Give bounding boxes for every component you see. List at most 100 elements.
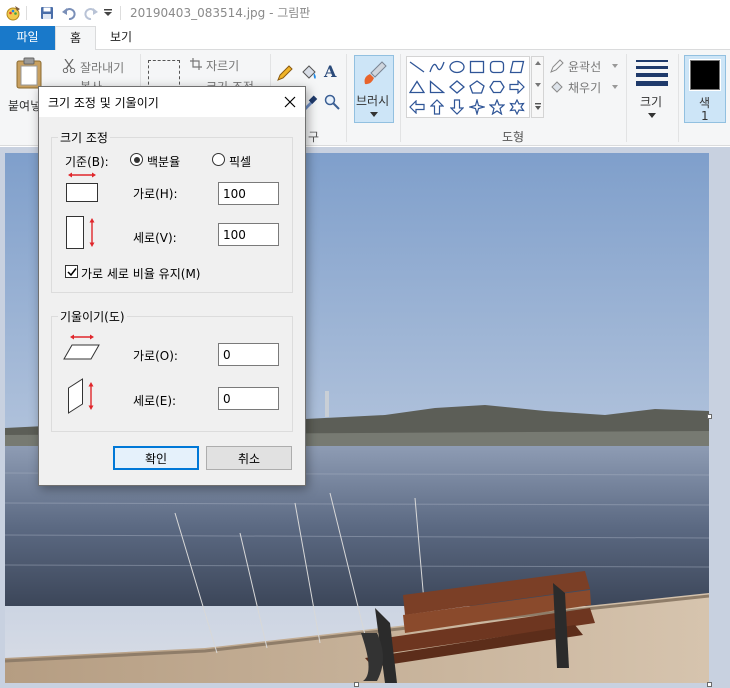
text-tool-icon[interactable]: A bbox=[324, 62, 336, 81]
pixels-label[interactable]: 픽셀 bbox=[229, 153, 251, 170]
crop-button[interactable]: 자르기 bbox=[190, 56, 270, 74]
resize-handle-bottom[interactable] bbox=[354, 682, 359, 687]
shapes-gallery bbox=[406, 56, 530, 118]
redo-icon[interactable] bbox=[82, 4, 100, 22]
rounded-rectangle-shape-icon[interactable] bbox=[487, 57, 507, 77]
tab-file[interactable]: 파일 bbox=[0, 26, 55, 50]
undo-icon[interactable] bbox=[60, 4, 78, 22]
color1-number: 1 bbox=[701, 109, 709, 123]
five-point-star-shape-icon[interactable] bbox=[487, 97, 507, 117]
ribbon-divider bbox=[400, 54, 401, 142]
fill-label: 채우기 bbox=[568, 81, 602, 95]
size-button[interactable]: 크기 bbox=[632, 55, 672, 125]
ribbon-divider bbox=[678, 54, 679, 142]
resize-vertical-label: 세로(V): bbox=[133, 231, 177, 245]
resize-horizontal-input[interactable] bbox=[218, 182, 279, 205]
chevron-down-icon bbox=[612, 85, 618, 89]
expand-gallery-icon bbox=[535, 103, 541, 110]
pentagon-shape-icon[interactable] bbox=[467, 77, 487, 97]
close-button[interactable] bbox=[279, 91, 301, 113]
diamond-shape-icon[interactable] bbox=[447, 77, 467, 97]
skew-vertical-input[interactable] bbox=[218, 387, 279, 410]
triangle-shape-icon[interactable] bbox=[407, 77, 427, 97]
oval-shape-icon[interactable] bbox=[447, 57, 467, 77]
rectangle-shape-icon[interactable] bbox=[467, 57, 487, 77]
chevron-up-icon bbox=[535, 61, 541, 65]
tab-view[interactable]: 보기 bbox=[98, 26, 144, 50]
close-icon bbox=[284, 96, 296, 108]
skew-legend: 기울이기(도) bbox=[58, 308, 127, 325]
outline-label: 윤곽선 bbox=[568, 60, 602, 74]
resize-handle-right[interactable] bbox=[707, 414, 712, 419]
fill-button[interactable]: 채우기 bbox=[550, 79, 622, 95]
skew-vertical-icon bbox=[68, 378, 94, 414]
outline-button[interactable]: 윤곽선 bbox=[550, 58, 622, 74]
size-label: 크기 bbox=[640, 95, 663, 109]
title-bar: 20190403_083514.jpg - 그림판 bbox=[0, 0, 730, 26]
brush-icon bbox=[364, 61, 387, 85]
four-point-star-shape-icon[interactable] bbox=[467, 97, 487, 117]
right-arrow-shape-icon[interactable] bbox=[507, 77, 527, 97]
paint-app-icon[interactable] bbox=[4, 4, 22, 22]
fill-icon bbox=[551, 81, 563, 93]
skew-horizontal-icon bbox=[63, 334, 100, 360]
by-label: 기준(B): bbox=[65, 155, 109, 169]
ok-button[interactable]: 확인 bbox=[113, 446, 199, 470]
crop-icon bbox=[190, 58, 202, 70]
percent-label[interactable]: 백분율 bbox=[147, 153, 180, 170]
checkmark-icon bbox=[67, 268, 77, 277]
pixels-radio[interactable] bbox=[212, 153, 225, 166]
keep-ratio-checkbox[interactable] bbox=[65, 265, 78, 278]
line-size-icon bbox=[636, 60, 668, 86]
color1-swatch bbox=[689, 59, 721, 91]
right-triangle-shape-icon[interactable] bbox=[427, 77, 447, 97]
dialog-title-bar: 크기 조정 및 기울이기 bbox=[39, 87, 305, 117]
shapes-scrollbar[interactable] bbox=[531, 56, 544, 118]
skew-horizontal-label: 가로(O): bbox=[133, 349, 178, 363]
chevron-down-icon bbox=[370, 112, 378, 117]
tab-home[interactable]: 홈 bbox=[55, 26, 96, 51]
resize-vertical-icon bbox=[66, 216, 95, 249]
title-divider bbox=[120, 6, 121, 20]
chevron-down-icon bbox=[648, 113, 656, 118]
hexagon-shape-icon[interactable] bbox=[487, 77, 507, 97]
paste-label: 붙여넣 bbox=[8, 99, 42, 113]
skew-horizontal-input[interactable] bbox=[218, 343, 279, 366]
cut-label: 잘라내기 bbox=[80, 61, 125, 75]
shapes-group-label: 도형 bbox=[502, 130, 525, 144]
save-icon[interactable] bbox=[38, 4, 56, 22]
percent-radio[interactable] bbox=[130, 153, 143, 166]
pencil-icon[interactable] bbox=[276, 64, 294, 82]
ribbon-divider bbox=[346, 54, 347, 142]
customize-qat-icon[interactable] bbox=[102, 4, 114, 22]
keep-ratio-label[interactable]: 가로 세로 비율 유지(M) bbox=[81, 265, 200, 282]
dialog-title: 크기 조정 및 기울이기 bbox=[48, 96, 159, 110]
left-arrow-shape-icon[interactable] bbox=[407, 97, 427, 117]
qat-divider bbox=[26, 6, 27, 20]
resize-horizontal-icon bbox=[66, 172, 98, 202]
resize-handle-corner[interactable] bbox=[707, 682, 712, 687]
chevron-down-icon bbox=[535, 83, 541, 87]
ribbon-divider bbox=[626, 54, 627, 142]
brush-label: 브러시 bbox=[356, 94, 390, 108]
color1-button[interactable]: 색 1 bbox=[684, 55, 726, 123]
resize-legend: 크기 조정 bbox=[58, 129, 110, 146]
paste-icon bbox=[16, 57, 42, 89]
magnifier-icon[interactable] bbox=[324, 94, 340, 110]
chevron-down-icon bbox=[612, 64, 618, 68]
cut-button[interactable]: 잘라내기 bbox=[60, 58, 140, 76]
resize-vertical-input[interactable] bbox=[218, 223, 279, 246]
down-arrow-shape-icon[interactable] bbox=[447, 97, 467, 117]
brush-button[interactable]: 브러시 bbox=[354, 55, 394, 123]
curve-shape-icon[interactable] bbox=[427, 57, 447, 77]
polygon-shape-icon[interactable] bbox=[507, 57, 527, 77]
line-shape-icon[interactable] bbox=[407, 57, 427, 77]
skew-vertical-label: 세로(E): bbox=[133, 394, 177, 408]
ribbon-tab-bar: 파일 홈 보기 bbox=[0, 26, 730, 51]
window-title: 20190403_083514.jpg - 그림판 bbox=[130, 6, 311, 20]
cancel-button[interactable]: 취소 bbox=[206, 446, 292, 470]
fill-bucket-icon[interactable] bbox=[300, 64, 318, 82]
up-arrow-shape-icon[interactable] bbox=[427, 97, 447, 117]
tools-group-label: 구 bbox=[308, 130, 320, 144]
six-point-star-shape-icon[interactable] bbox=[507, 97, 527, 117]
